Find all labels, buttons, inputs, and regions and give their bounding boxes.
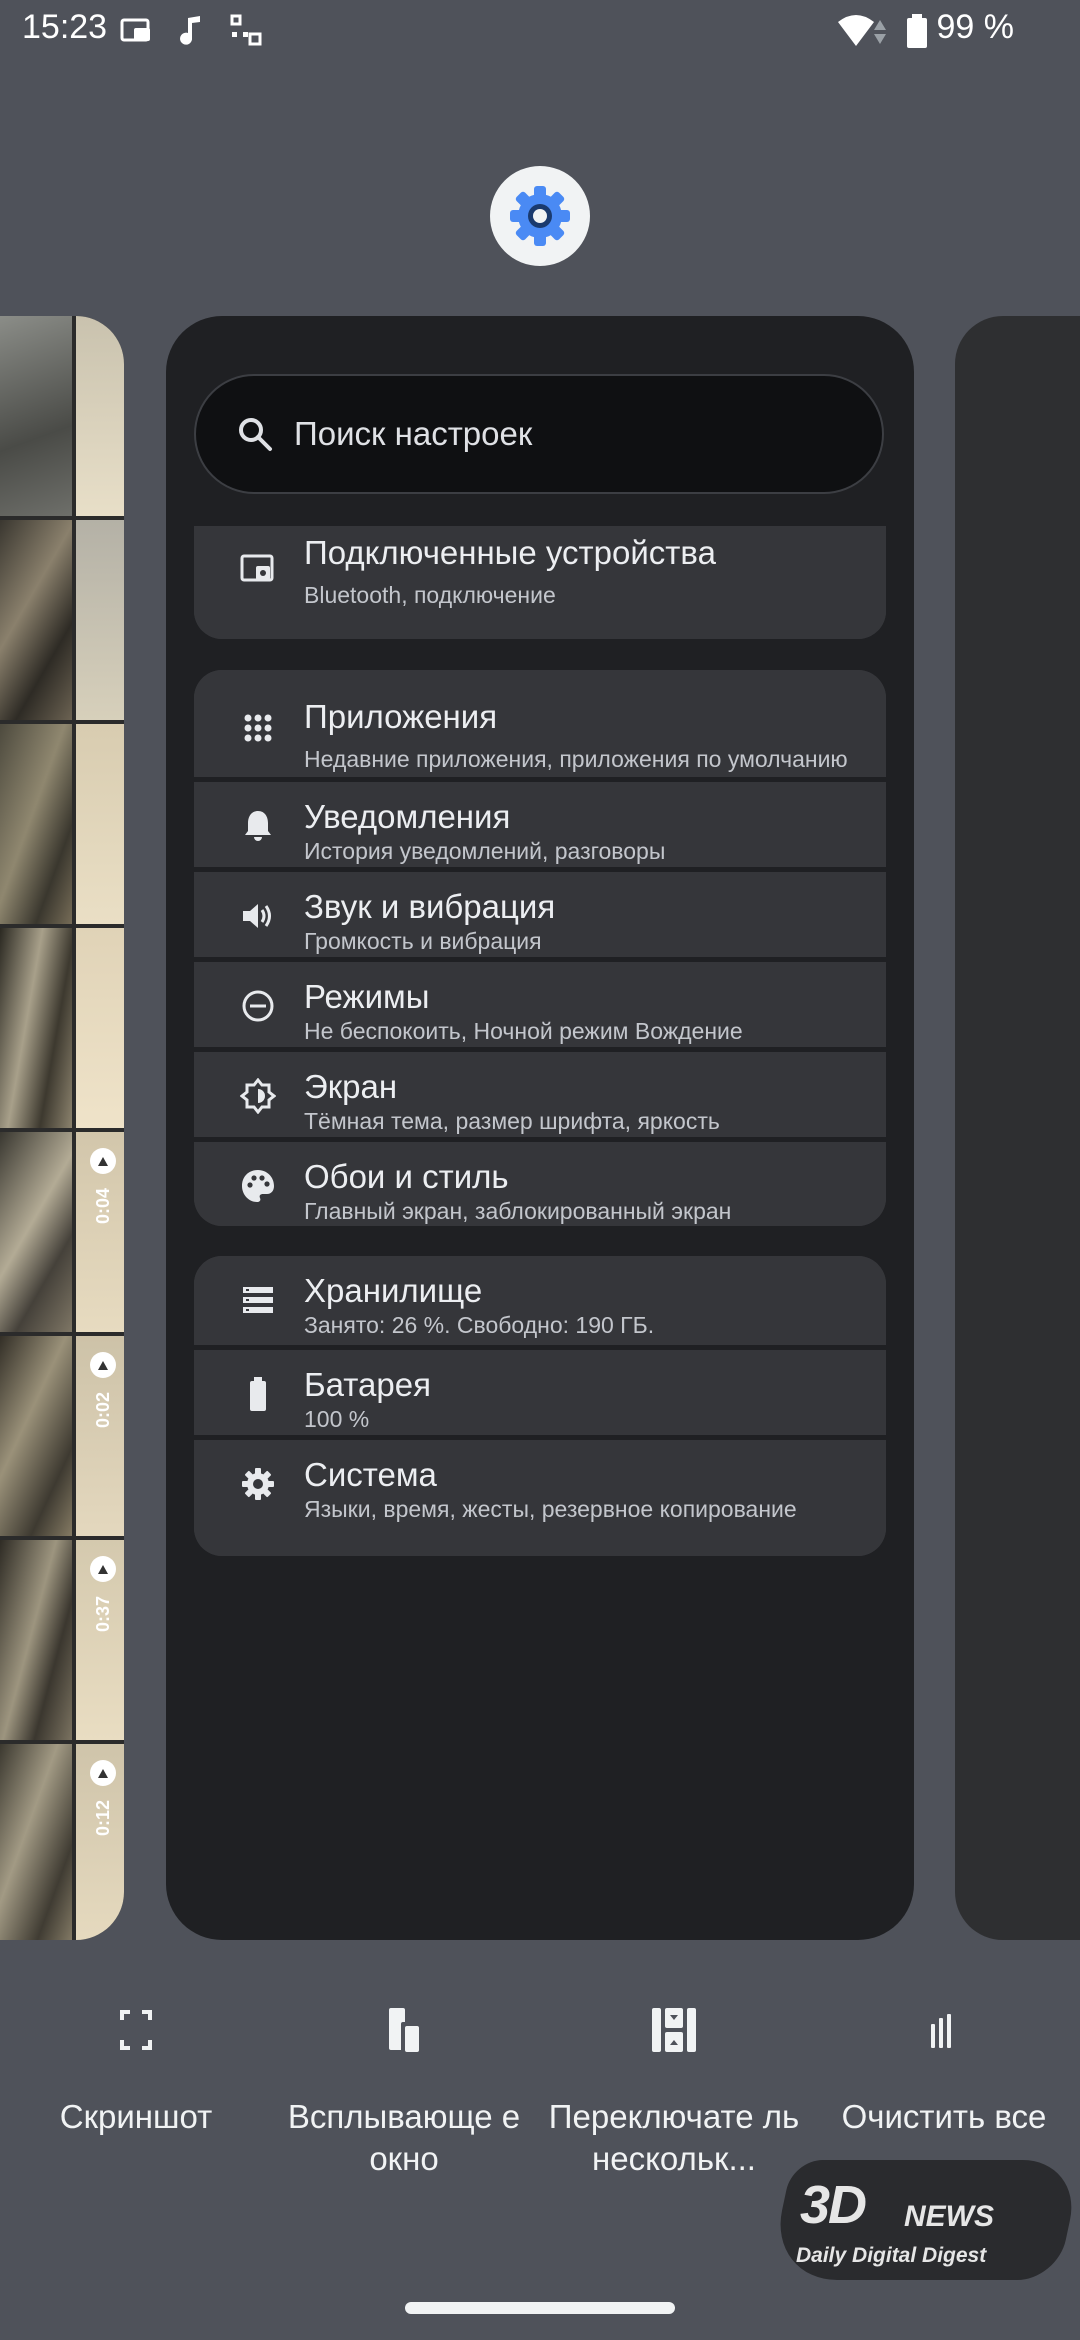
play-icon: [90, 1760, 116, 1786]
popup-window-button[interactable]: Всплывающе е окно: [274, 2000, 534, 2180]
photo-column: [0, 316, 72, 1940]
brightness-icon: [234, 1072, 282, 1120]
bell-icon: [234, 802, 282, 850]
settings-item-battery[interactable]: Батарея 100 %: [194, 1345, 886, 1435]
screen-record-icon: [230, 14, 264, 51]
video-column: [76, 316, 124, 1940]
settings-item-connected-devices[interactable]: Подключенные устройства Bluetooth, подкл…: [194, 526, 886, 639]
settings-item-storage[interactable]: Хранилище Занято: 26 %. Свободно: 190 ГБ…: [194, 1256, 886, 1345]
settings-group-system: Хранилище Занято: 26 %. Свободно: 190 ГБ…: [194, 1256, 886, 1556]
settings-group-connectivity: Подключенные устройства Bluetooth, подкл…: [194, 526, 886, 639]
video-duration-badge: 0:02: [88, 1352, 118, 1472]
search-settings-field[interactable]: Поиск настроек: [194, 374, 884, 494]
battery-icon: [234, 1370, 282, 1418]
play-icon: [90, 1556, 116, 1582]
clear-all-icon: [814, 2000, 1074, 2060]
video-duration-badge: 0:12: [88, 1760, 118, 1880]
screenshot-icon: [6, 2000, 266, 2060]
battery-percent: 99 %: [936, 8, 1015, 46]
battery-status-icon: [906, 14, 928, 53]
search-icon: [239, 418, 272, 451]
apps-icon: [234, 704, 282, 752]
settings-item-modes[interactable]: Режимы Не беспокоить, Ночной режим Вожде…: [194, 957, 886, 1047]
gesture-navigation-handle[interactable]: [405, 2302, 675, 2314]
clock: 15:23: [22, 8, 108, 46]
wifi-icon: [836, 14, 888, 53]
settings-app-card[interactable]: Поиск настроек Подключенные устройства B…: [166, 316, 914, 1940]
recent-app-card-right[interactable]: [955, 316, 1080, 1940]
multi-switch-icon: [544, 2000, 804, 2060]
search-placeholder: Поиск настроек: [294, 415, 533, 452]
settings-group-main: Приложения Недавние приложения, приложен…: [194, 670, 886, 1226]
settings-item-system[interactable]: Система Языки, время, жесты, резервное к…: [194, 1435, 886, 1556]
speaker-icon: [234, 892, 282, 940]
music-note-icon: [178, 14, 204, 51]
palette-icon: [234, 1162, 282, 1210]
settings-item-apps[interactable]: Приложения Недавние приложения, приложен…: [194, 670, 886, 777]
storage-icon: [234, 1276, 282, 1324]
multi-switch-button[interactable]: Переключате ль нескольк...: [544, 2000, 804, 2180]
connected-devices-icon: [234, 544, 282, 592]
clear-all-button[interactable]: Очистить все: [814, 2000, 1074, 2138]
settings-app-icon[interactable]: [490, 166, 590, 266]
settings-item-sound[interactable]: Звук и вибрация Громкость и вибрация: [194, 867, 886, 957]
settings-item-display[interactable]: Экран Тёмная тема, размер шрифта, яркост…: [194, 1047, 886, 1137]
popup-window-icon: [274, 2000, 534, 2060]
settings-item-wallpaper[interactable]: Обои и стиль Главный экран, заблокирован…: [194, 1137, 886, 1226]
gear-icon: [234, 1460, 282, 1508]
video-duration-badge: 0:04: [88, 1148, 118, 1268]
3dnews-watermark-logo: 3D NEWS Daily Digital Digest: [767, 2160, 1080, 2280]
gear-icon: [510, 186, 570, 246]
status-bar: 15:23 99 %: [0, 0, 1080, 60]
play-icon: [90, 1148, 116, 1174]
video-duration-badge: 0:37: [88, 1556, 118, 1676]
do-not-disturb-icon: [234, 982, 282, 1030]
cast-icon: [120, 14, 154, 49]
play-icon: [90, 1352, 116, 1378]
recent-app-gallery-card[interactable]: 0:04 0:02 0:37 0:12: [0, 316, 124, 1940]
settings-item-notifications[interactable]: Уведомления История уведомлений, разгово…: [194, 777, 886, 867]
screenshot-button[interactable]: Скриншот: [6, 2000, 266, 2138]
